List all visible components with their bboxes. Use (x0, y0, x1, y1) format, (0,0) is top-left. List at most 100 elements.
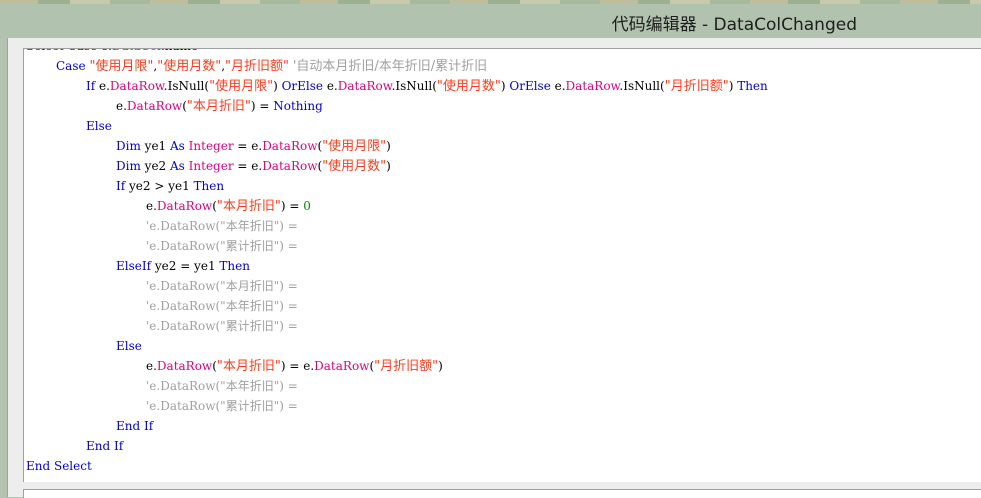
code-text: = e. (233, 159, 263, 173)
code-comment: '自动本月折旧/本年折旧/累计折旧 (292, 59, 488, 74)
code-line[interactable]: Case "使用月限","使用月数","月折旧额" '自动本月折旧/本年折旧/累… (26, 56, 981, 76)
code-identifier: DataRow (262, 139, 318, 153)
code-comment: 'e.DataRow("累计折旧") = (146, 319, 298, 333)
code-keyword: As (170, 139, 185, 153)
code-text: e. (550, 79, 566, 93)
code-line[interactable]: Else (26, 116, 981, 136)
code-identifier: DataRow (565, 79, 620, 93)
code-number: 0 (303, 199, 311, 213)
code-text: ) = e. (280, 359, 315, 373)
code-string: "本月折旧" (216, 199, 281, 214)
code-line[interactable]: e.DataRow("本月折旧") = e.DataRow("月折旧额") (26, 356, 981, 376)
code-identifier: DataRow (156, 199, 213, 213)
code-comment: 'e.DataRow("本年折旧") = (146, 299, 298, 313)
code-text: ye2 > ye1 (125, 179, 194, 193)
code-text: ye2 = ye1 (151, 259, 220, 273)
code-line[interactable]: 'e.DataRow("本月折旧") = (26, 276, 981, 296)
code-keyword: Dim (116, 139, 141, 153)
code-comment: 'e.DataRow("本年折旧") = (146, 379, 298, 393)
code-keyword: End If (86, 439, 124, 453)
code-text: ) (386, 159, 391, 173)
code-identifier: DataRow (126, 99, 183, 113)
code-line[interactable]: If e.DataRow.IsNull("使用月限") OrElse e.Dat… (26, 76, 981, 96)
code-identifier: Integer (188, 159, 234, 173)
code-line[interactable]: End If (26, 436, 981, 456)
code-text: ) = (280, 199, 304, 213)
code-line[interactable]: 'e.DataRow("本年折旧") = (26, 296, 981, 316)
code-line[interactable]: 'e.DataRow("累计折旧") = (26, 236, 981, 256)
code-text: ) (273, 79, 282, 93)
code-keyword: As (170, 159, 185, 173)
code-text: ) (386, 139, 391, 153)
code-line[interactable]: 'e.DataRow("累计折旧") = (26, 396, 981, 416)
code-keyword: End Select (26, 459, 92, 473)
code-line[interactable]: Select Case e.DataCol.name (26, 49, 981, 56)
code-text: ) (728, 79, 738, 93)
code-keyword: Then (193, 179, 225, 193)
code-line[interactable]: End If (26, 416, 981, 436)
code-keyword: Else (116, 339, 142, 353)
code-text: e. (323, 79, 338, 93)
code-text: = e. (233, 139, 263, 153)
code-string: "使用月数" (322, 159, 387, 174)
code-identifier: DataRow (262, 159, 318, 173)
code-line[interactable]: If ye2 > ye1 Then (26, 176, 981, 196)
code-text: e. (97, 49, 112, 53)
editor-window-frame: Select Case e.DataCol.nameCase "使用月限","使… (7, 38, 981, 498)
code-area[interactable]: Select Case e.DataCol.nameCase "使用月限","使… (26, 49, 981, 476)
code-identifier: Integer (188, 139, 234, 153)
code-line[interactable]: End Select (26, 456, 981, 476)
code-comment: 'e.DataRow("累计折旧") = (146, 399, 298, 413)
code-keyword: End If (116, 419, 154, 433)
code-keyword: OrElse (509, 79, 551, 93)
code-keyword: If (116, 179, 126, 193)
code-text: e. (116, 99, 127, 113)
code-text: .name (161, 49, 198, 53)
code-keyword: If (86, 79, 96, 93)
code-text: .IsNull( (163, 79, 210, 93)
code-keyword: Dim (116, 159, 141, 173)
code-line[interactable]: Dim ye1 As Integer = e.DataRow("使用月限") (26, 136, 981, 156)
window-title: 代码编辑器 - DataColChanged (611, 15, 857, 35)
code-text: ye2 (140, 159, 170, 173)
code-keyword: Then (219, 259, 250, 273)
code-string: "月折旧额" (664, 79, 729, 94)
code-line[interactable]: Dim ye2 As Integer = e.DataRow("使用月数") (26, 156, 981, 176)
code-string: "使用月限" (322, 139, 387, 154)
code-identifier: DataCol (112, 49, 161, 53)
code-line[interactable]: 'e.DataRow("累计折旧") = (26, 316, 981, 336)
code-keyword: Then (737, 79, 768, 93)
code-text: ) (438, 359, 443, 373)
code-string: "本月折旧" (186, 99, 251, 114)
code-keyword: Select Case (26, 49, 97, 53)
code-identifier: DataRow (156, 359, 213, 373)
code-line[interactable]: 'e.DataRow("本年折旧") = (26, 216, 981, 236)
title-bar[interactable]: 代码编辑器 - DataColChanged (0, 4, 981, 38)
code-line[interactable]: ElseIf ye2 = ye1 Then (26, 256, 981, 276)
code-line[interactable]: 'e.DataRow("本年折旧") = (26, 376, 981, 396)
code-string: "使用月数" (157, 59, 222, 74)
code-text: ) = (250, 99, 274, 113)
code-comment: 'e.DataRow("本月折旧") = (146, 279, 298, 293)
code-identifier: DataRow (314, 359, 370, 373)
code-keyword: Nothing (273, 99, 323, 113)
code-comment: 'e.DataRow("本年折旧") = (146, 219, 298, 233)
code-string: "使用月数" (436, 79, 501, 94)
code-keyword: ElseIf (116, 259, 152, 273)
code-keyword: Case (56, 59, 86, 73)
code-string: "使用月限" (89, 59, 154, 74)
code-line[interactable]: e.DataRow("本月折旧") = Nothing (26, 96, 981, 116)
code-text: .IsNull( (391, 79, 437, 93)
code-line[interactable]: e.DataRow("本月折旧") = 0 (26, 196, 981, 216)
code-identifier: DataRow (109, 79, 164, 93)
code-string: "月折旧额" (225, 59, 289, 74)
code-string: "本月折旧" (216, 359, 281, 374)
code-text: e. (95, 79, 110, 93)
code-text: .IsNull( (619, 79, 665, 93)
code-string: "使用月限" (209, 79, 274, 94)
code-editor[interactable]: Select Case e.DataCol.nameCase "使用月限","使… (23, 48, 981, 482)
code-identifier: DataRow (337, 79, 392, 93)
code-line[interactable]: Else (26, 336, 981, 356)
code-comment: 'e.DataRow("累计折旧") = (146, 239, 298, 253)
code-keyword: OrElse (281, 79, 323, 93)
